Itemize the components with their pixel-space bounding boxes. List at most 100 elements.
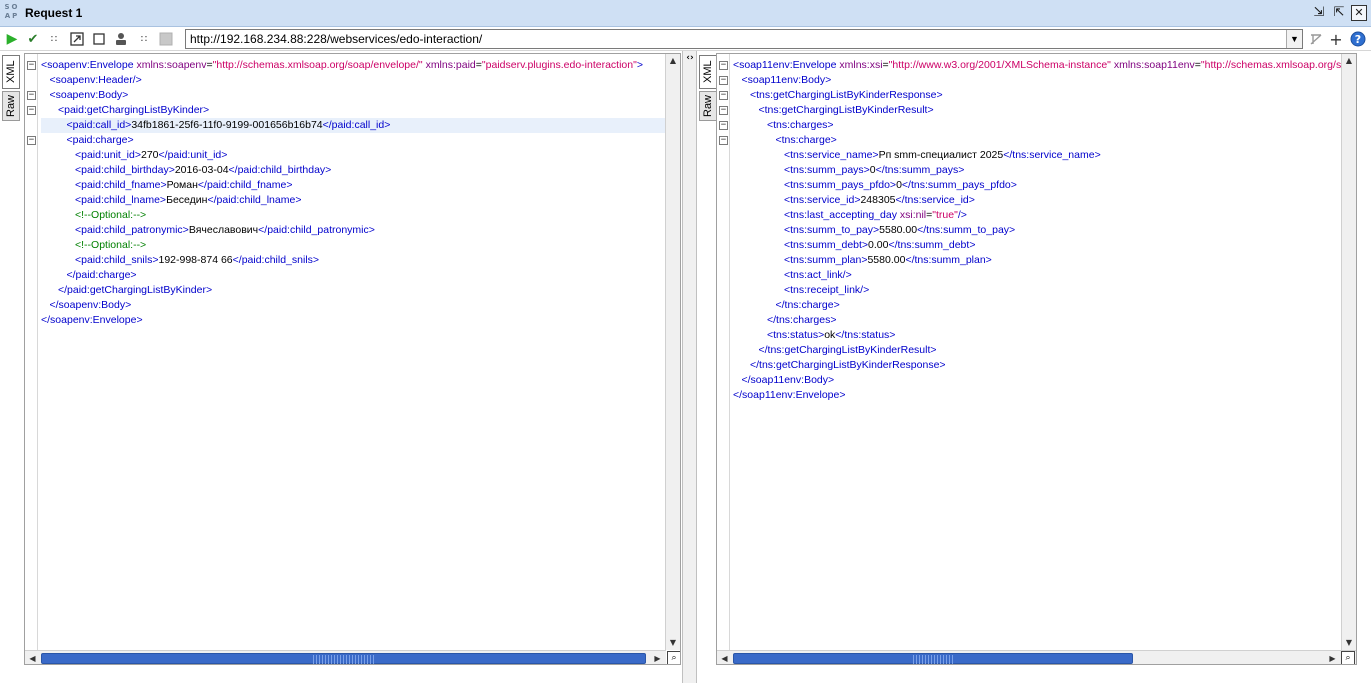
fold-toggle-icon[interactable]: −	[719, 91, 728, 100]
response-xml-line[interactable]: <tns:service_id>248305</tns:service_id>	[784, 193, 975, 208]
fold-toggle-icon[interactable]: −	[719, 136, 728, 145]
response-xml-line[interactable]: <soap11env:Envelope xmlns:xsi="http://ww…	[733, 58, 1356, 73]
export-icon[interactable]	[68, 30, 86, 48]
maximize-icon[interactable]: ⇱	[1331, 5, 1347, 21]
fold-toggle-icon[interactable]: −	[719, 76, 728, 85]
fold-toggle-icon[interactable]: −	[27, 136, 36, 145]
request-xml-token: 270	[140, 149, 159, 161]
request-raw-tab[interactable]: Raw	[2, 91, 20, 121]
request-xml-line[interactable]: <paid:child_snils>192-998-874 66</paid:c…	[75, 253, 319, 268]
request-xml-token: <paid:child_snils>	[75, 254, 159, 266]
scroll-down-icon[interactable]: ▼	[666, 636, 680, 650]
response-xml-line[interactable]: </soap11env:Envelope>	[733, 388, 845, 403]
user-icon[interactable]	[112, 30, 130, 48]
request-xml-line[interactable]: <paid:child_birthday>2016-03-04</paid:ch…	[75, 163, 331, 178]
request-xml-line[interactable]: </soapenv:Envelope>	[41, 313, 143, 328]
response-xml-line[interactable]: <soap11env:Body>	[742, 73, 832, 88]
chevron-down-icon[interactable]: ▼	[1286, 30, 1302, 48]
request-xml-line[interactable]: <!--Optional:-->	[75, 238, 146, 253]
scroll-up-icon[interactable]: ▲	[666, 54, 680, 68]
endpoint-url-input[interactable]	[186, 30, 1286, 48]
restore-icon[interactable]: ⇲	[1311, 5, 1327, 21]
response-horizontal-scrollbar[interactable]: ◀ ▶	[717, 650, 1356, 664]
response-xml-token: <tns:summ_debt>	[784, 239, 869, 251]
response-xml-tab[interactable]: XML	[699, 55, 717, 89]
add-icon[interactable]: +	[1327, 30, 1345, 49]
endpoint-combobox[interactable]: ▼	[185, 29, 1303, 49]
response-xml-line[interactable]: <tns:summ_plan>5580.00</tns:summ_plan>	[784, 253, 992, 268]
request-horizontal-scrollbar[interactable]: ◀ ▶	[25, 650, 666, 664]
response-xml-line[interactable]: <tns:summ_debt>0.00</tns:summ_debt>	[784, 238, 975, 253]
spam2-icon[interactable]: ∷	[135, 30, 153, 48]
response-hscroll-thumb[interactable]	[733, 653, 1133, 664]
response-xml-line[interactable]: </soap11env:Body>	[742, 373, 835, 388]
response-xml-line[interactable]: <tns:charge>	[776, 133, 837, 148]
request-xml-editor[interactable]: − − − − <soapenv:Envelope xmlns:soapenv="ht…	[24, 53, 681, 665]
request-xml-line[interactable]: <paid:child_fname>Роман</paid:child_fnam…	[75, 178, 292, 193]
close-icon[interactable]: ✕	[1351, 5, 1367, 21]
stop-icon[interactable]	[90, 30, 108, 48]
scroll-right-icon[interactable]: ▶	[650, 651, 665, 664]
response-xml-line[interactable]: </tns:getChargingListByKinderResult>	[759, 343, 937, 358]
help-icon[interactable]: ?	[1349, 30, 1367, 48]
request-xml-token: <!--Optional:-->	[75, 209, 147, 221]
response-xml-line[interactable]: <tns:last_accepting_day xsi:nil="true"/>	[784, 208, 967, 223]
response-xml-line[interactable]: <tns:getChargingListByKinderResult>	[759, 103, 934, 118]
response-xml-line[interactable]: <tns:summ_pays_pfdo>0</tns:summ_pays_pfd…	[784, 178, 1017, 193]
response-xml-line[interactable]: <tns:status>ok</tns:status>	[767, 328, 895, 343]
wsdl-icon[interactable]	[1307, 30, 1325, 48]
fold-toggle-icon[interactable]: −	[27, 106, 36, 115]
request-xml-line[interactable]: <!--Optional:-->	[75, 208, 146, 223]
request-xml-line[interactable]: <soapenv:Body>	[50, 88, 129, 103]
fold-toggle-icon[interactable]: −	[27, 91, 36, 100]
request-xml-line[interactable]: <soapenv:Envelope xmlns:soapenv="http://…	[41, 58, 643, 73]
request-xml-line[interactable]: <paid:call_id>34fb1861-25f6-11f0-9199-00…	[41, 118, 666, 133]
request-xml-line[interactable]: </paid:getChargingListByKinder>	[58, 283, 212, 298]
request-xml-line[interactable]: <paid:unit_id>270</paid:unit_id>	[75, 148, 227, 163]
response-xml-token: xmlns:xsi	[839, 59, 883, 71]
request-hscroll-thumb[interactable]	[41, 653, 646, 664]
request-xml-line[interactable]: <paid:child_patronymic>Вячеславович</pai…	[75, 223, 375, 238]
scroll-left-icon[interactable]: ◀	[717, 651, 732, 664]
response-xml-line[interactable]: <tns:summ_pays>0</tns:summ_pays>	[784, 163, 964, 178]
request-vertical-scrollbar[interactable]: ▲ ▼	[665, 54, 680, 650]
response-xml-line[interactable]: </tns:charges>	[767, 313, 836, 328]
response-xml-editor[interactable]: − − − − − − <soap11env:Envelope xmlns:xsi="ht…	[716, 53, 1357, 665]
response-xml-line[interactable]: <tns:receipt_link/>	[784, 283, 869, 298]
response-xml-line[interactable]: <tns:service_name>Рп smm-специалист 2025…	[784, 148, 1101, 163]
request-xml-line[interactable]: </paid:charge>	[67, 268, 137, 283]
request-xml-line[interactable]: <paid:getChargingListByKinder>	[58, 103, 209, 118]
spam-icon[interactable]: ∷	[45, 30, 63, 48]
request-xml-token: <paid:getChargingListByKinder>	[58, 104, 210, 116]
scroll-up-icon[interactable]: ▲	[1342, 54, 1356, 68]
scroll-left-icon[interactable]: ◀	[25, 651, 40, 664]
response-xml-token: <tns:summ_pays_pfdo>	[784, 179, 897, 191]
response-xml-line[interactable]: <tns:charges>	[767, 118, 834, 133]
response-xml-line[interactable]: </tns:charge>	[776, 298, 840, 313]
fold-toggle-icon[interactable]: −	[719, 106, 728, 115]
request-xml-line[interactable]: <soapenv:Header/>	[50, 73, 142, 88]
fold-toggle-icon[interactable]: −	[27, 61, 36, 70]
request-xml-line[interactable]: <paid:charge>	[67, 133, 134, 148]
request-xml-tab[interactable]: XML	[2, 55, 20, 89]
fold-toggle-icon[interactable]: −	[719, 121, 728, 130]
fold-toggle-icon[interactable]: −	[719, 61, 728, 70]
response-xml-token: <tns:charges>	[767, 119, 834, 131]
response-xml-token: Рп smm-специалист 2025	[878, 149, 1004, 161]
validate-icon[interactable]: ✔	[24, 30, 42, 48]
response-raw-tab[interactable]: Raw	[699, 91, 717, 121]
response-vertical-scrollbar[interactable]: ▲ ▼	[1341, 54, 1356, 650]
response-xml-line[interactable]: <tns:summ_to_pay>5580.00</tns:summ_to_pa…	[784, 223, 1015, 238]
panel-splitter[interactable]: ‹›	[682, 51, 697, 683]
scroll-down-icon[interactable]: ▼	[1342, 636, 1356, 650]
scroll-right-icon[interactable]: ▶	[1325, 651, 1340, 664]
request-xml-line[interactable]: </soapenv:Body>	[50, 298, 132, 313]
zoom-magnifier-icon[interactable]: ⌕	[1341, 651, 1355, 664]
response-xml-line[interactable]: <tns:getChargingListByKinderResponse>	[750, 88, 943, 103]
response-xml-line[interactable]: <tns:act_link/>	[784, 268, 852, 283]
split-collapse-left-icon[interactable]: ‹›	[685, 53, 695, 63]
zoom-magnifier-icon[interactable]: ⌕	[667, 651, 680, 664]
run-icon[interactable]: ▶	[3, 30, 21, 48]
request-xml-line[interactable]: <paid:child_lname>Беседин</paid:child_ln…	[75, 193, 301, 208]
response-xml-line[interactable]: </tns:getChargingListByKinderResponse>	[750, 358, 946, 373]
